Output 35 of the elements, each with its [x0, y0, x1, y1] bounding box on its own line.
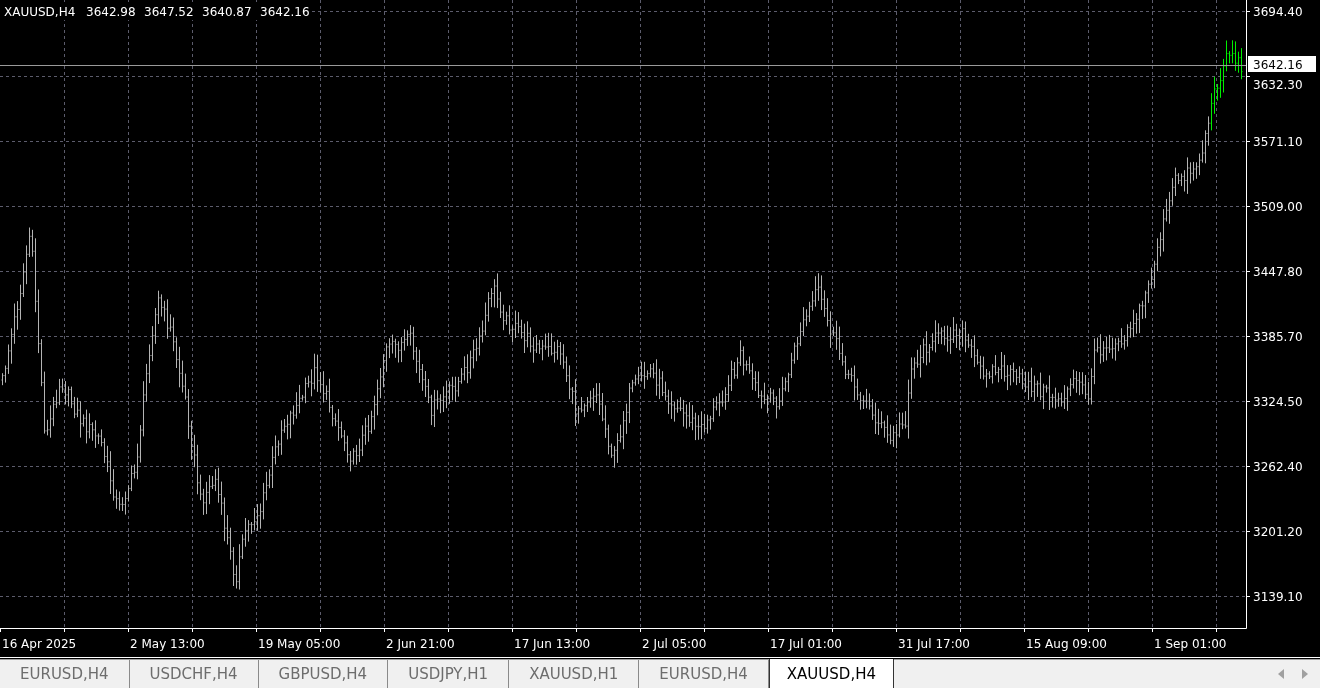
chart-tab[interactable]: XAUUSD,H4	[768, 659, 894, 688]
ohlc-value: 3640.87	[202, 5, 252, 19]
price-axis-label: 3694.40	[1253, 5, 1303, 19]
current-price-label: 3642.16	[1248, 56, 1316, 72]
scroll-left-icon[interactable]	[1278, 669, 1284, 679]
chart-tab[interactable]: GBPUSD,H4	[258, 660, 389, 688]
price-axis-label: 3571.10	[1253, 135, 1303, 149]
chart-tab[interactable]: XAUUSD,H1	[509, 660, 640, 688]
ohlc-value: 3642.98	[86, 5, 136, 19]
ohlc-value: 3647.52	[144, 5, 194, 19]
price-axis-label: 3385.70	[1253, 330, 1303, 344]
time-axis-label: 17 Jul 01:00	[770, 637, 842, 651]
price-axis-label: 3632.30	[1253, 77, 1303, 92]
chart-symbol: XAUUSD,H4	[4, 5, 76, 19]
price-axis-label: 3262.40	[1253, 460, 1303, 474]
time-axis-label: 2 Jun 21:00	[386, 637, 455, 651]
scroll-right-icon[interactable]	[1302, 669, 1308, 679]
time-axis-label: 2 Jul 05:00	[642, 637, 707, 651]
time-axis-label: 15 Aug 09:00	[1026, 637, 1107, 651]
time-axis-label: 16 Apr 2025	[2, 637, 77, 651]
price-axis-label: 3324.50	[1253, 395, 1303, 409]
chart-tab[interactable]: EURUSD,H4	[0, 660, 130, 688]
time-axis-label: 2 May 13:00	[130, 637, 205, 651]
ohlc-value: 3642.16	[260, 5, 310, 19]
time-axis-label: 31 Jul 17:00	[898, 637, 970, 651]
price-axis-label: 3139.10	[1253, 590, 1303, 604]
chart-tab[interactable]: USDJPY,H1	[388, 660, 510, 688]
price-axis-label: 3509.00	[1253, 200, 1303, 214]
price-axis-label: 3447.80	[1253, 265, 1303, 279]
time-axis-label: 17 Jun 13:00	[514, 637, 591, 651]
chart-tab[interactable]: EURUSD,H4	[639, 660, 769, 688]
time-axis-label: 1 Sep 01:00	[1154, 637, 1227, 651]
price-axis-label: 3201.20	[1253, 525, 1303, 539]
chart-tab[interactable]: USDCHF,H4	[129, 660, 259, 688]
time-axis-label: 19 May 05:00	[258, 637, 341, 651]
